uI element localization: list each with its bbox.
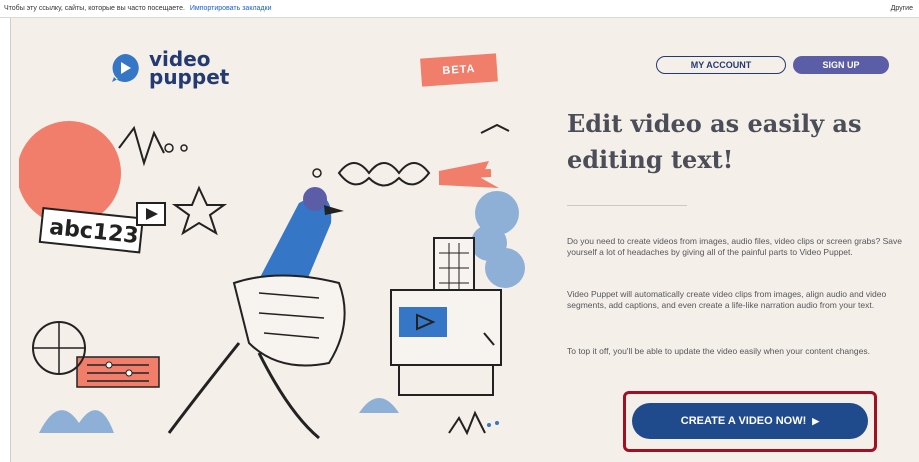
bookmarks-message-text: Чтобы эту ссылку, сайты, которые вы част… — [4, 5, 185, 12]
update-paragraph: To top it off, you'll be able to update … — [567, 346, 870, 356]
divider — [567, 205, 687, 206]
create-video-button[interactable]: CREATE A VIDEO NOW! ▶ — [632, 403, 868, 439]
landing-page: video puppet BETA MY ACCOUNT SIGN UP abc… — [10, 18, 919, 462]
bookmarks-bar: Чтобы эту ссылку, сайты, которые вы част… — [0, 0, 919, 18]
play-bubble-icon — [112, 54, 139, 82]
intro-paragraph: Do you need to create videos from images… — [567, 236, 902, 257]
headline: Edit video as easily as editing text! — [567, 109, 862, 174]
import-bookmarks-link[interactable]: Импортировать закладки — [190, 5, 272, 12]
logo-text-line2: puppet — [149, 65, 230, 89]
sign-up-button[interactable]: SIGN UP — [793, 56, 889, 74]
logo[interactable]: video puppet — [109, 49, 230, 89]
play-arrow-icon: ▶ — [812, 415, 820, 426]
logo-text: video puppet — [149, 49, 230, 89]
hero-illustration: abc123 — [19, 121, 525, 440]
beta-badge: BETA — [420, 53, 498, 87]
bookmarks-message: Чтобы эту ссылку, сайты, которые вы част… — [4, 0, 272, 18]
create-video-label: CREATE A VIDEO NOW! — [680, 415, 807, 427]
other-bookmarks[interactable]: Другие — [891, 0, 913, 18]
my-account-button[interactable]: MY ACCOUNT — [656, 56, 786, 74]
features-paragraph: Video Puppet will automatically create v… — [567, 289, 887, 310]
